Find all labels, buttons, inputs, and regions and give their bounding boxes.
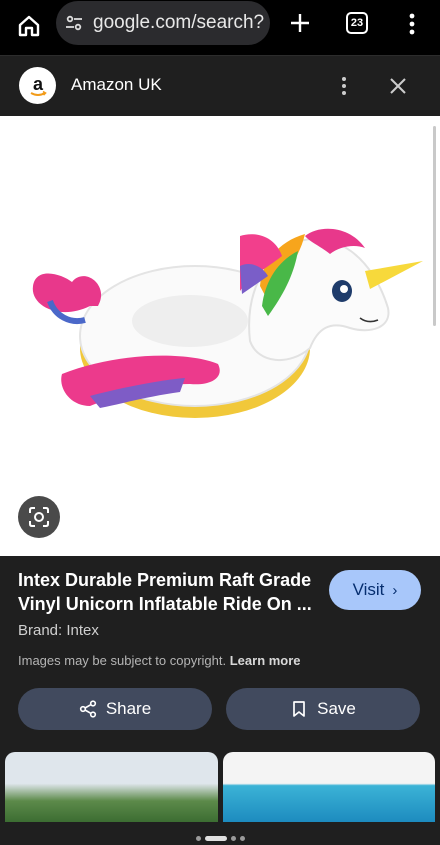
visit-button[interactable]: Visit › [329, 570, 421, 610]
plus-icon [291, 14, 309, 32]
browser-toolbar: google.com/search? 23 [0, 0, 440, 55]
page-dot-active [204, 835, 227, 841]
product-brand: Brand: Intex [18, 622, 99, 639]
url-text: google.com/search? [93, 12, 265, 33]
tab-switcher-button[interactable]: 23 [346, 12, 368, 34]
lens-icon [29, 507, 49, 527]
home-icon [18, 15, 40, 37]
share-button[interactable]: Share [18, 688, 212, 730]
share-label: Share [105, 699, 152, 718]
page-dot [230, 835, 236, 841]
source-header: a Amazon UK [0, 55, 440, 116]
page-dot [195, 835, 201, 841]
share-icon [79, 700, 97, 718]
product-panel: Intex Durable Premium Raft Grade Vinyl U… [0, 556, 440, 845]
page-dot [239, 835, 245, 841]
image-scrollbar[interactable] [433, 126, 436, 326]
more-vert-icon [409, 13, 415, 35]
product-title-line-1: Intex Durable Premium Raft Grade [18, 570, 312, 590]
save-label: Save [317, 699, 356, 718]
close-icon [390, 78, 406, 94]
copyright-text: Images may be subject to copyright. [18, 653, 227, 668]
product-title-line-2: Vinyl Unicorn Inflatable Ride On ... [18, 594, 312, 614]
home-button[interactable] [13, 10, 45, 42]
page-indicator [0, 833, 440, 843]
related-image-1[interactable] [5, 752, 218, 822]
tune-icon[interactable] [64, 13, 84, 33]
tab-count: 23 [350, 17, 364, 29]
browser-menu-button[interactable] [402, 10, 422, 38]
product-title[interactable]: Intex Durable Premium Raft Grade Vinyl U… [18, 568, 318, 616]
address-bar[interactable]: google.com/search? [56, 1, 270, 45]
unicorn-float-image [32, 228, 423, 418]
visit-label: Visit [352, 580, 385, 599]
close-button[interactable] [386, 74, 410, 98]
source-name[interactable]: Amazon UK [71, 75, 162, 95]
related-image-2[interactable] [223, 752, 435, 822]
more-vert-icon [342, 77, 346, 95]
lens-search-button[interactable] [18, 496, 60, 538]
new-tab-button[interactable] [286, 9, 314, 37]
bookmark-icon [290, 700, 308, 718]
save-button[interactable]: Save [226, 688, 420, 730]
copyright-notice: Images may be subject to copyright. Lear… [18, 653, 301, 668]
product-image[interactable] [0, 116, 440, 556]
chevron-right-icon: › [392, 581, 398, 599]
svg-text:a: a [32, 74, 43, 94]
source-more-button[interactable] [334, 74, 354, 98]
amazon-logo: a [19, 67, 56, 104]
learn-more-link[interactable]: Learn more [230, 653, 301, 668]
